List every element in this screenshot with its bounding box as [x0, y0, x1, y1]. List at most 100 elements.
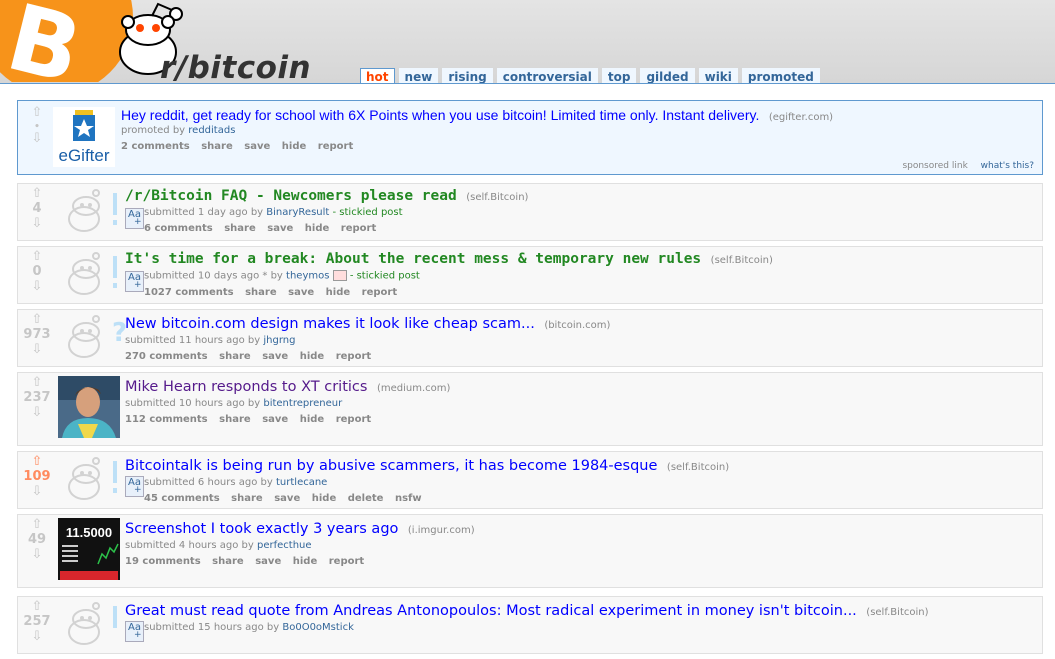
upvote-arrow-icon[interactable]: ⇧	[30, 518, 45, 531]
share-button[interactable]: share	[219, 351, 251, 362]
delete-button[interactable]: delete	[348, 493, 384, 504]
post-title-link[interactable]: Mike Hearn responds to XT critics	[125, 379, 367, 395]
share-button[interactable]: share	[231, 493, 263, 504]
self-post-snoo-thumbnail[interactable]	[62, 457, 126, 503]
share-button[interactable]: share	[201, 141, 233, 152]
downvote-arrow-icon[interactable]: ⇩	[30, 343, 45, 356]
self-post-snoo-thumbnail[interactable]	[62, 252, 126, 298]
screenshot-thumbnail[interactable]: 11.5000	[58, 518, 120, 580]
comments-button[interactable]: 270 comments	[125, 351, 208, 362]
post-title-link[interactable]: Great must read quote from Andreas Anton…	[125, 603, 857, 619]
comments-button[interactable]: 112 comments	[125, 414, 208, 425]
post-title-link[interactable]: New bitcoin.com design makes it look lik…	[125, 316, 535, 332]
post-domain[interactable]: (i.imgur.com)	[408, 525, 475, 536]
post-title-link[interactable]: Screenshot I took exactly 3 years ago	[125, 521, 398, 537]
downvote-arrow-icon[interactable]: ⇩	[30, 548, 45, 561]
hide-button[interactable]: hide	[305, 223, 330, 234]
save-button[interactable]: save	[255, 556, 281, 567]
tab-promoted[interactable]: promoted	[741, 68, 820, 83]
hide-button[interactable]: hide	[282, 141, 307, 152]
upvote-arrow-icon[interactable]: ⇧	[30, 600, 45, 613]
post-domain[interactable]: (self.Bitcoin)	[667, 462, 729, 473]
hide-button[interactable]: hide	[312, 493, 337, 504]
hide-button[interactable]: hide	[293, 556, 318, 567]
upvote-arrow-icon[interactable]: ⇧	[30, 376, 45, 389]
nsfw-button[interactable]: nsfw	[395, 493, 422, 504]
tab-rising[interactable]: rising	[442, 68, 493, 83]
author-link[interactable]: jhgrng	[263, 335, 295, 346]
tab-new[interactable]: new	[398, 68, 439, 83]
downvote-arrow-icon[interactable]: ⇩	[30, 132, 45, 145]
author-link[interactable]: Bo0O0oMstick	[282, 622, 354, 633]
promoted-link: ⇧ • ⇩ eGifter Hey reddit, get ready for …	[17, 100, 1043, 175]
author-link[interactable]: BinaryResult	[266, 207, 329, 218]
save-button[interactable]: save	[262, 414, 288, 425]
share-button[interactable]: share	[219, 414, 251, 425]
default-snoo-thumbnail[interactable]: ?	[62, 315, 126, 361]
post-domain[interactable]: (self.Bitcoin)	[466, 192, 528, 203]
downvote-arrow-icon[interactable]: ⇩	[30, 280, 45, 293]
hide-button[interactable]: hide	[326, 287, 351, 298]
upvote-arrow-icon[interactable]: ⇧	[30, 455, 45, 468]
author-link[interactable]: perfecthue	[257, 540, 312, 551]
downvote-arrow-icon[interactable]: ⇩	[30, 485, 45, 498]
comments-button[interactable]: 19 comments	[125, 556, 201, 567]
self-post-snoo-thumbnail[interactable]	[62, 189, 126, 235]
subreddit-name[interactable]: r/bitcoin	[160, 50, 311, 83]
save-button[interactable]: save	[274, 493, 300, 504]
hide-button[interactable]: hide	[300, 351, 325, 362]
report-button[interactable]: report	[362, 287, 397, 298]
post-domain[interactable]: (medium.com)	[377, 383, 450, 394]
author-link[interactable]: theymos	[286, 271, 329, 282]
author-link[interactable]: bitentrepreneur	[263, 398, 342, 409]
report-button[interactable]: report	[329, 556, 364, 567]
share-button[interactable]: share	[212, 556, 244, 567]
promoted-title-link[interactable]: Hey reddit, get ready for school with 6X…	[121, 107, 759, 123]
tab-hot[interactable]: hot	[360, 68, 395, 83]
post-title-link[interactable]: Bitcointalk is being run by abusive scam…	[125, 458, 657, 474]
tab-wiki[interactable]: wiki	[698, 68, 738, 83]
link-row: ⇧ 4 ⇩ Aa + /r/Bitcoin FAQ - Newcomers ple…	[17, 183, 1043, 241]
post-domain[interactable]: (self.Bitcoin)	[866, 607, 928, 618]
save-button[interactable]: save	[262, 351, 288, 362]
report-button[interactable]: report	[336, 414, 371, 425]
comments-button[interactable]: 45 comments	[144, 493, 220, 504]
downvote-arrow-icon[interactable]: ⇩	[30, 406, 45, 419]
egifter-thumbnail[interactable]: eGifter	[53, 107, 115, 167]
comments-button[interactable]: 1027 comments	[144, 287, 234, 298]
author-link[interactable]: turtlecane	[276, 477, 327, 488]
save-button[interactable]: save	[288, 287, 314, 298]
downvote-arrow-icon[interactable]: ⇩	[30, 630, 45, 643]
report-button[interactable]: report	[341, 223, 376, 234]
report-button[interactable]: report	[336, 351, 371, 362]
report-button[interactable]: report	[318, 141, 353, 152]
hide-button[interactable]: hide	[300, 414, 325, 425]
downvote-arrow-icon[interactable]: ⇩	[30, 217, 45, 230]
upvote-arrow-icon[interactable]: ⇧	[30, 250, 45, 263]
post-title-link[interactable]: It's time for a break: About the recent …	[125, 251, 701, 267]
tab-gilded[interactable]: gilded	[640, 68, 695, 83]
upvote-arrow-icon[interactable]: ⇧	[30, 187, 45, 200]
post-domain[interactable]: (self.Bitcoin)	[711, 255, 773, 266]
portrait-thumbnail[interactable]	[58, 376, 120, 438]
whats-this-link[interactable]: what's this?	[981, 161, 1034, 171]
promoted-by-author[interactable]: redditads	[188, 125, 235, 136]
upvote-arrow-icon[interactable]: ⇧	[30, 313, 45, 326]
post-domain[interactable]: (bitcoin.com)	[544, 320, 610, 331]
save-button[interactable]: save	[244, 141, 270, 152]
tab-top[interactable]: top	[601, 68, 637, 83]
save-button[interactable]: save	[267, 223, 293, 234]
self-post-snoo-thumbnail[interactable]	[62, 602, 126, 648]
tagline-text: submitted 10 days ago * by	[144, 270, 283, 282]
upvote-arrow-icon[interactable]: ⇧	[30, 106, 45, 119]
sponsored-link-label: sponsored link	[902, 161, 968, 171]
share-button[interactable]: share	[245, 287, 277, 298]
comments-button[interactable]: 2 comments	[121, 141, 190, 152]
stickied-label: - stickied post	[332, 207, 403, 218]
promoted-domain[interactable]: (egifter.com)	[769, 112, 833, 123]
link-row: ⇧ 973 ⇩ ? New bitcoin.com design makes i…	[17, 309, 1043, 367]
comments-button[interactable]: 6 comments	[144, 223, 213, 234]
tab-controversial[interactable]: controversial	[496, 68, 598, 83]
share-button[interactable]: share	[224, 223, 256, 234]
post-title-link[interactable]: /r/Bitcoin FAQ - Newcomers please read	[125, 188, 457, 204]
